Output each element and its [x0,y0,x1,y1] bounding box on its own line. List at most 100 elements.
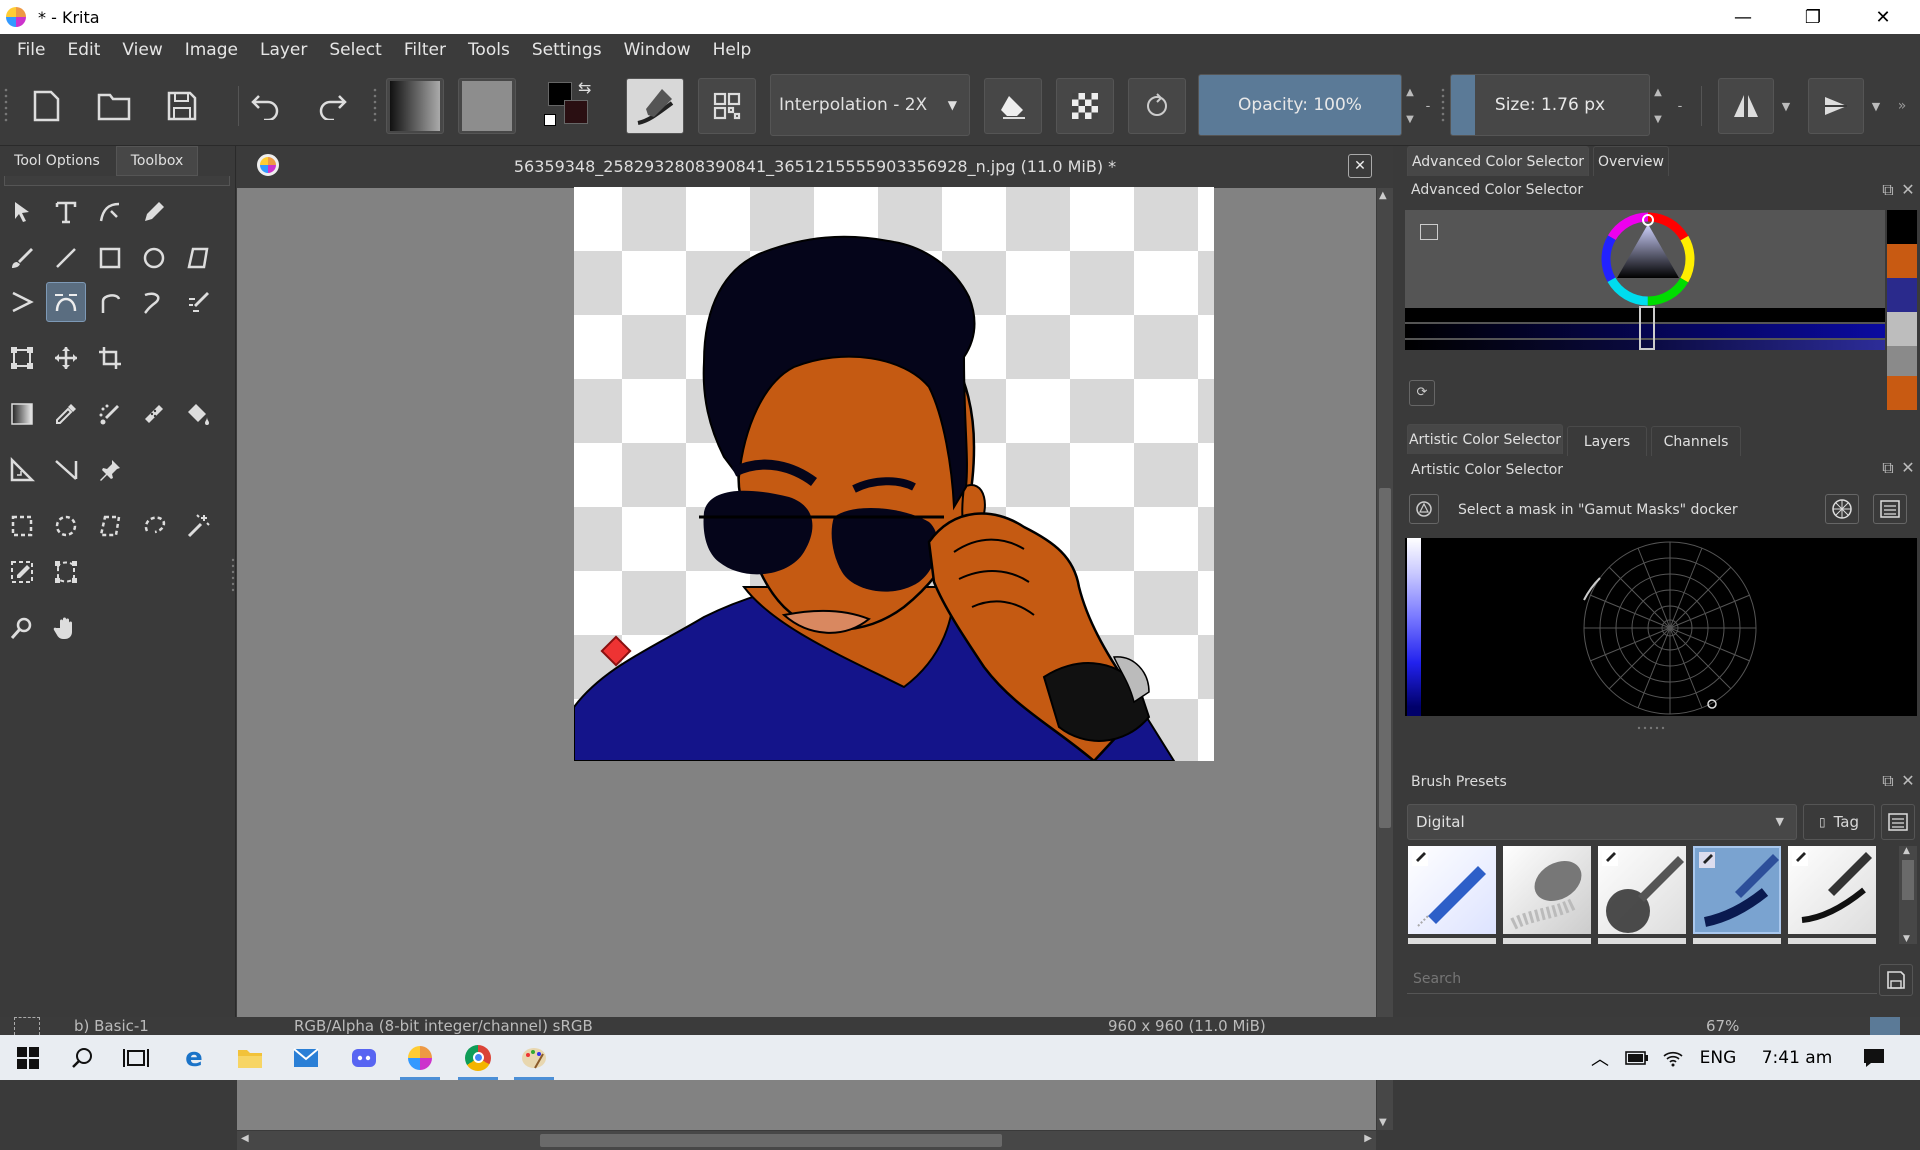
brush-presets-scroll-thumb[interactable] [1902,860,1914,900]
taskbar-mail[interactable] [278,1035,334,1080]
battery-indicator[interactable] [1620,1035,1654,1080]
close-docker-icon[interactable]: ✕ [1899,772,1917,790]
brush-preset-1[interactable] [1408,846,1496,934]
freehand-brush-tool[interactable] [2,238,42,278]
task-view-button[interactable] [108,1035,164,1080]
fill-tool[interactable] [178,394,218,434]
undo-button[interactable] [238,78,294,134]
mirror-horizontal-menu[interactable]: ▼ [1778,78,1794,134]
freehand-path-tool[interactable] [90,282,130,322]
refresh-selector-button[interactable]: ⟳ [1409,380,1435,406]
zoom-tool[interactable] [2,608,42,648]
mirror-horizontal-button[interactable] [1718,78,1774,134]
menu-file[interactable]: File [6,40,56,60]
reference-images-tool[interactable] [90,450,130,490]
scroll-down-icon[interactable]: ▼ [1379,1117,1387,1128]
transform-tool[interactable] [2,338,42,378]
taskbar-chrome[interactable] [450,1035,506,1080]
taskbar-paint-app[interactable] [506,1035,562,1080]
assistant-tool[interactable] [2,450,42,490]
bezier-curve-tool[interactable] [46,282,86,322]
redo-button[interactable] [304,78,360,134]
scroll-down-icon[interactable]: ▼ [1903,934,1910,944]
tab-artistic-color-selector[interactable]: Artistic Color Selector [1407,424,1563,454]
preserve-alpha-button[interactable] [1056,78,1114,134]
size-menu-icon[interactable]: - [1674,78,1686,134]
select-shapes-tool[interactable] [2,192,42,232]
tag-button[interactable]: ▯ Tag [1803,804,1875,840]
canvas-only-toggle[interactable] [1870,1017,1900,1035]
mirror-vertical-button[interactable] [1808,78,1864,134]
brush-preset-2[interactable] [1503,846,1591,934]
scroll-up-icon[interactable]: ▲ [1903,846,1910,856]
minimize-button[interactable]: — [1708,0,1778,34]
freehand-selection-tool[interactable] [134,506,174,546]
size-stepper[interactable]: ▲ ▼ [1650,78,1666,134]
polygon-tool[interactable] [178,238,218,278]
crop-tool[interactable] [90,338,130,378]
smart-patch-tool[interactable] [134,394,174,434]
tab-toolbox[interactable]: Toolbox [116,146,198,176]
brush-preset-5[interactable] [1788,846,1876,934]
wheel-mode-button[interactable] [1825,494,1859,524]
color-wheel[interactable] [1601,212,1695,306]
vertical-scrollbar[interactable]: ▲ ▼ [1377,188,1393,1130]
artistic-selector-menu-button[interactable] [1873,494,1907,524]
taskbar-file-explorer[interactable] [222,1035,278,1080]
brush-preset-button[interactable] [626,78,684,134]
history-swatch-4[interactable] [1887,312,1917,346]
similar-color-selection-tool[interactable] [2,552,42,592]
close-document-button[interactable]: ✕ [1348,154,1372,178]
tab-tool-options[interactable]: Tool Options [4,146,110,176]
tab-advanced-color-selector[interactable]: Advanced Color Selector [1407,146,1589,176]
tab-layers[interactable]: Layers [1567,426,1647,456]
docker-resize-grip[interactable] [1633,720,1673,730]
menu-view[interactable]: View [111,40,173,60]
save-button[interactable] [154,78,210,134]
move-tool[interactable] [46,338,86,378]
clock[interactable]: 7:41 am [1754,1035,1840,1080]
tab-channels[interactable]: Channels [1651,426,1741,456]
wifi-indicator[interactable] [1656,1035,1690,1080]
contiguous-selection-tool[interactable] [178,506,218,546]
float-docker-icon[interactable]: ⧉ [1879,459,1897,477]
multibrush-tool[interactable] [178,282,218,322]
artistic-color-wheel[interactable] [1560,540,1780,716]
taskbar-edge[interactable]: e [166,1035,222,1080]
menu-edit[interactable]: Edit [56,40,111,60]
pattern-selector-button[interactable] [458,78,516,134]
history-swatch-1[interactable] [1887,210,1917,244]
background-color-swatch[interactable] [564,100,588,124]
color-selector-area[interactable] [1405,210,1885,350]
language-indicator[interactable]: ENG [1694,1035,1742,1080]
lightness-strip[interactable] [1407,538,1421,716]
brush-preset-4-selected[interactable] [1693,846,1781,934]
brush-presets-scrollbar[interactable]: ▲ ▼ [1899,846,1917,944]
menu-layer[interactable]: Layer [249,40,318,60]
history-swatch-5[interactable] [1887,346,1917,376]
gamut-mask-toggle-button[interactable] [1409,494,1439,524]
color-triangle[interactable] [1617,224,1679,278]
brush-preset-3[interactable] [1598,846,1686,934]
line-tool[interactable] [46,238,86,278]
history-swatch-2[interactable] [1887,244,1917,278]
brush-settings-button[interactable] [698,78,756,134]
mirror-vertical-menu[interactable]: ▼ [1868,78,1884,134]
scroll-right-icon[interactable]: ▶ [1364,1133,1372,1144]
polyline-tool[interactable] [2,282,42,322]
opacity-menu-icon[interactable]: - [1422,78,1434,134]
bezier-selection-tool[interactable] [46,552,86,592]
float-docker-icon[interactable]: ⧉ [1879,772,1897,790]
color-selector-settings-icon[interactable] [1420,224,1438,240]
action-center-button[interactable] [1854,1035,1894,1080]
save-preset-button[interactable] [1879,964,1913,996]
elliptical-selection-tool[interactable] [46,506,86,546]
horizontal-scrollbar[interactable]: ◀ ▶ [237,1131,1376,1150]
float-docker-icon[interactable]: ⧉ [1879,181,1897,199]
calligraphy-tool[interactable] [90,192,130,232]
gradient-selector-button[interactable] [386,78,444,134]
menu-select[interactable]: Select [318,40,392,60]
edit-shapes-tool[interactable] [134,192,174,232]
artistic-color-wheel-area[interactable] [1405,538,1917,716]
close-docker-icon[interactable]: ✕ [1899,459,1917,477]
